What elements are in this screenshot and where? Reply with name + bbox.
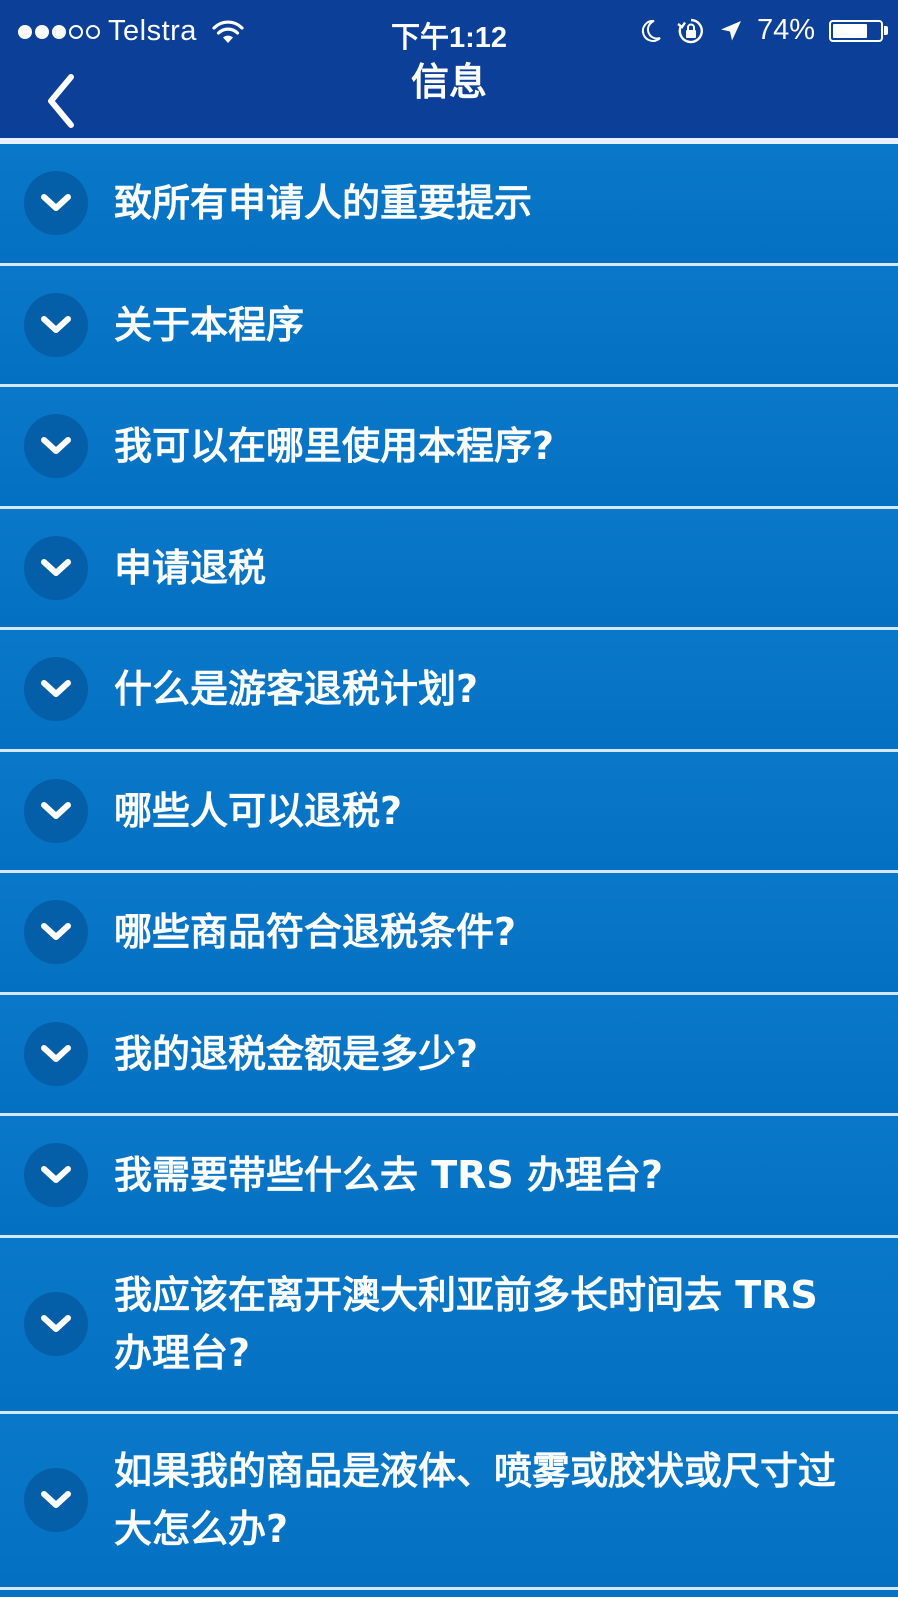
faq-item-label: 我需要带些什么去 TRS 办理台? <box>114 1153 664 1198</box>
chevron-down-icon <box>24 171 88 236</box>
orientation-lock-icon <box>677 18 703 43</box>
chevron-down-icon <box>24 778 88 843</box>
chevron-down-icon <box>24 657 88 722</box>
back-button[interactable] <box>30 66 90 136</box>
chevron-down-icon <box>24 1143 88 1208</box>
faq-item-about-app[interactable]: 关于本程序 <box>0 265 898 387</box>
faq-item-what-is-trs[interactable]: 什么是游客退税计划? <box>0 630 898 752</box>
faq-item-who-eligible[interactable]: 哪些人可以退税? <box>0 751 898 873</box>
status-right: 74% <box>639 14 888 47</box>
faq-item-label: 申请退税 <box>114 545 267 590</box>
battery-icon <box>829 19 888 42</box>
faq-item-apply-refund[interactable]: 申请退税 <box>0 508 898 630</box>
navigation-bar: 信息 <box>0 62 898 138</box>
location-arrow-icon <box>720 20 741 40</box>
faq-item-refund-amount[interactable]: 我的退税金额是多少? <box>0 994 898 1116</box>
faq-item-liquids-oversized[interactable]: 如果我的商品是液体、喷雾或胶状或尺寸过大怎么办? <box>0 1413 898 1590</box>
faq-item-eligible-goods[interactable]: 哪些商品符合退税条件? <box>0 873 898 995</box>
chevron-down-icon <box>24 414 88 479</box>
status-bar: Telstra 下午1:12 74% <box>0 0 898 62</box>
faq-item-when-to-go[interactable]: 我应该在离开澳大利亚前多长时间去 TRS 办理台? <box>0 1237 898 1414</box>
chevron-down-icon <box>24 1468 88 1532</box>
battery-level <box>833 23 868 38</box>
faq-item-label: 我可以在哪里使用本程序? <box>114 424 555 469</box>
chevron-down-icon <box>24 900 88 965</box>
faq-item-label: 关于本程序 <box>114 302 305 347</box>
moon-icon <box>641 19 661 42</box>
chevron-down-icon <box>24 1292 88 1356</box>
chevron-down-icon <box>24 1021 88 1086</box>
faq-item-label: 什么是游客退税计划? <box>114 667 479 712</box>
faq-item-label: 如果我的商品是液体、喷雾或胶状或尺寸过大怎么办? <box>114 1449 837 1551</box>
faq-item-label: 哪些人可以退税? <box>114 788 403 833</box>
faq-item-important-notice[interactable]: 致所有申请人的重要提示 <box>0 144 898 266</box>
faq-item-label: 致所有申请人的重要提示 <box>114 181 533 226</box>
faq-item-label: 我的退税金额是多少? <box>114 1031 479 1076</box>
faq-item-label: 哪些商品符合退税条件? <box>114 910 517 955</box>
battery-percent: 74% <box>756 14 815 46</box>
page-title: 信息 <box>410 60 487 104</box>
chevron-down-icon <box>24 292 88 357</box>
faq-item-what-to-bring[interactable]: 我需要带些什么去 TRS 办理台? <box>0 1116 898 1238</box>
faq-item-where-to-use[interactable]: 我可以在哪里使用本程序? <box>0 387 898 509</box>
chevron-left-icon <box>48 74 74 128</box>
faq-item-label: 我应该在离开澳大利亚前多长时间去 TRS 办理台? <box>114 1273 818 1375</box>
chevron-down-icon <box>24 535 88 600</box>
faq-list: 致所有申请人的重要提示 关于本程序 我可以在哪里使用本程序? 申请退税 什么是游… <box>0 144 898 1590</box>
